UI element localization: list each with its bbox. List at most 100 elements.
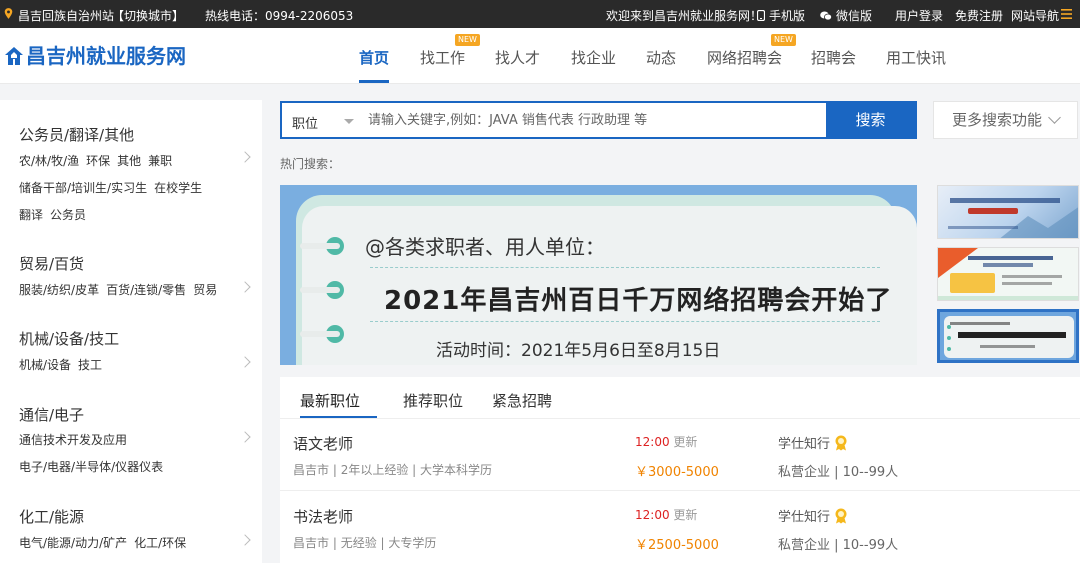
job-experience: 无经验 [340, 536, 377, 550]
job-title[interactable]: 语文老师 [293, 433, 353, 454]
nav-job-fair[interactable]: 招聘会 [811, 47, 856, 68]
category-line: 机械/设备 技工 [19, 356, 109, 373]
chevron-right-icon[interactable] [239, 431, 251, 443]
hot-search-label: 热门搜索： [280, 157, 341, 171]
register-link[interactable]: 免费注册 [955, 7, 1003, 24]
nav-home[interactable]: 首页 [359, 47, 389, 68]
category-title[interactable]: 机械/设备/技工 [19, 328, 119, 349]
more-search-button[interactable]: 更多搜索功能 [933, 101, 1078, 139]
category-line: 服装/纺织/皮革 百货/连锁/零售 贸易 [19, 281, 224, 298]
category-link[interactable]: 服装/纺织/皮革 [19, 283, 99, 297]
current-city: 昌吉回族自治州站 [18, 9, 115, 23]
banner-greeting: @各类求职者、用人单位： [365, 235, 605, 259]
nav-find-job[interactable]: 找工作 [420, 47, 465, 68]
switch-city-link[interactable]: 【切换城市】 [112, 7, 184, 24]
banner-thumbnail-active[interactable] [937, 309, 1079, 363]
job-salary: ￥3000-5000 [635, 465, 719, 480]
binder-bar [300, 287, 340, 293]
category-link[interactable]: 在校学生 [154, 181, 202, 195]
chevron-right-icon[interactable] [239, 151, 251, 163]
job-updated-label: 更新 [673, 435, 698, 449]
company-name[interactable]: 学仕知行 [778, 433, 830, 452]
login-link[interactable]: 用户登录 [895, 7, 943, 24]
chevron-right-icon[interactable] [239, 534, 251, 546]
job-row[interactable]: 语文老师 昌吉市 | 2年以上经验 | 大学本科学历 12:00 更新 ￥300… [280, 419, 1080, 491]
wechat-version-link[interactable]: 微信版 [820, 7, 872, 24]
tab-urgent-jobs[interactable]: 紧急招聘 [492, 390, 552, 411]
category-link[interactable]: 储备干部/培训生/实习生 [19, 181, 147, 195]
category-link[interactable]: 电气/能源/动力/矿产 [19, 536, 127, 550]
category-title[interactable]: 通信/电子 [19, 404, 84, 425]
banner-slide[interactable]: @各类求职者、用人单位： 2021年昌吉州百日千万网络招聘会开始了 活动时间：2… [280, 185, 917, 365]
job-updated-time: 12:00 更新 [635, 506, 697, 523]
nav-labor-news[interactable]: 用工快讯 [886, 47, 946, 68]
category-link[interactable]: 百货/连锁/零售 [106, 283, 186, 297]
category-title[interactable]: 贸易/百货 [19, 253, 84, 274]
chevron-right-icon[interactable] [239, 356, 251, 368]
nav-find-company[interactable]: 找企业 [571, 47, 616, 68]
wechat-icon [820, 11, 832, 21]
banner-headline: 2021年昌吉州百日千万网络招聘会开始了 [384, 286, 893, 316]
job-time: 12:00 [635, 435, 670, 449]
banner-thumbnail[interactable] [937, 185, 1079, 239]
welcome-text: 欢迎来到昌吉州就业服务网！ [606, 9, 763, 23]
tab-recommended-jobs[interactable]: 推荐职位 [403, 390, 463, 411]
category-line: 通信技术开发及应用 [19, 431, 134, 448]
job-time: 12:00 [635, 508, 670, 522]
search-type-select[interactable]: 职位 [292, 113, 318, 132]
job-experience: 2年以上经验 [340, 463, 409, 477]
category-link[interactable]: 翻译 [19, 208, 43, 222]
new-badge: NEW [771, 34, 796, 46]
tab-latest-jobs[interactable]: 最新职位 [300, 390, 360, 411]
category-line: 电子/电器/半导体/仪器仪表 [19, 458, 170, 475]
logo-text: 昌吉州就业服务网 [26, 44, 186, 68]
medal-icon [835, 435, 847, 451]
category-link[interactable]: 其他 [117, 154, 141, 168]
job-updated-time: 12:00 更新 [635, 433, 697, 450]
search-input[interactable] [368, 110, 818, 130]
top-bar: 昌吉回族自治州站 【切换城市】 热线电话：0994-2206053 欢迎来到昌吉… [0, 0, 1080, 28]
category-link[interactable]: 贸易 [193, 283, 217, 297]
company-type: 私营企业 | 10--99人 [778, 538, 899, 553]
category-link[interactable]: 机械/设备 [19, 358, 71, 372]
category-link[interactable]: 通信技术开发及应用 [19, 433, 127, 447]
wechat-version-label: 微信版 [836, 9, 873, 23]
category-line: 翻译 公务员 [19, 206, 93, 223]
category-panel: 公务员/翻译/其他 农/林/牧/渔 环保 其他 兼职 储备干部/培训生/实习生 在校学生… [0, 100, 262, 563]
nav-online-fair[interactable]: 网络招聘会 [707, 47, 782, 68]
nav-news[interactable]: 动态 [646, 47, 676, 68]
job-title[interactable]: 书法老师 [293, 506, 353, 527]
banner-thumbnail[interactable] [937, 247, 1079, 301]
chevron-down-icon [1048, 111, 1061, 124]
category-link[interactable]: 环保 [86, 154, 110, 168]
search-button[interactable]: 搜索 [826, 103, 915, 137]
chevron-right-icon[interactable] [239, 281, 251, 293]
banner-divider [370, 267, 880, 268]
location-pin-icon [4, 8, 13, 19]
category-link[interactable]: 电子/电器/半导体/仪器仪表 [19, 460, 163, 474]
nav-find-talent[interactable]: 找人才 [495, 47, 540, 68]
thumbnail-image [938, 248, 1078, 300]
job-education: 大专学历 [388, 536, 437, 550]
caret-down-icon[interactable] [344, 119, 354, 124]
category-title[interactable]: 化工/能源 [19, 506, 84, 527]
category-link[interactable]: 公务员 [50, 208, 86, 222]
site-logo[interactable]: 昌吉州就业服务网 [4, 40, 186, 69]
mobile-version-link[interactable]: 手机版 [757, 7, 805, 24]
job-meta: 昌吉市 | 2年以上经验 | 大学本科学历 [293, 463, 493, 477]
site-nav-link[interactable]: 网站导航 [1011, 7, 1059, 24]
search-bar: 职位 搜索 [280, 101, 917, 139]
job-location: 昌吉市 [293, 536, 330, 550]
menu-icon[interactable] [1061, 9, 1072, 19]
job-row[interactable]: 书法老师 昌吉市 | 无经验 | 大专学历 12:00 更新 ￥2500-500… [280, 492, 1080, 563]
category-link[interactable]: 化工/环保 [134, 536, 186, 550]
category-title[interactable]: 公务员/翻译/其他 [19, 124, 134, 145]
job-listing-panel: 最新职位 推荐职位 紧急招聘 语文老师 昌吉市 | 2年以上经验 | 大学本科学… [280, 377, 1080, 563]
company-name[interactable]: 学仕知行 [778, 506, 830, 525]
category-link[interactable]: 农/林/牧/渔 [19, 154, 79, 168]
job-updated-label: 更新 [673, 508, 698, 522]
category-link[interactable]: 兼职 [148, 154, 172, 168]
category-link[interactable]: 技工 [78, 358, 102, 372]
banner-dates: 活动时间：2021年5月6日至8月15日 [436, 341, 721, 361]
more-search-label: 更多搜索功能 [952, 111, 1043, 129]
